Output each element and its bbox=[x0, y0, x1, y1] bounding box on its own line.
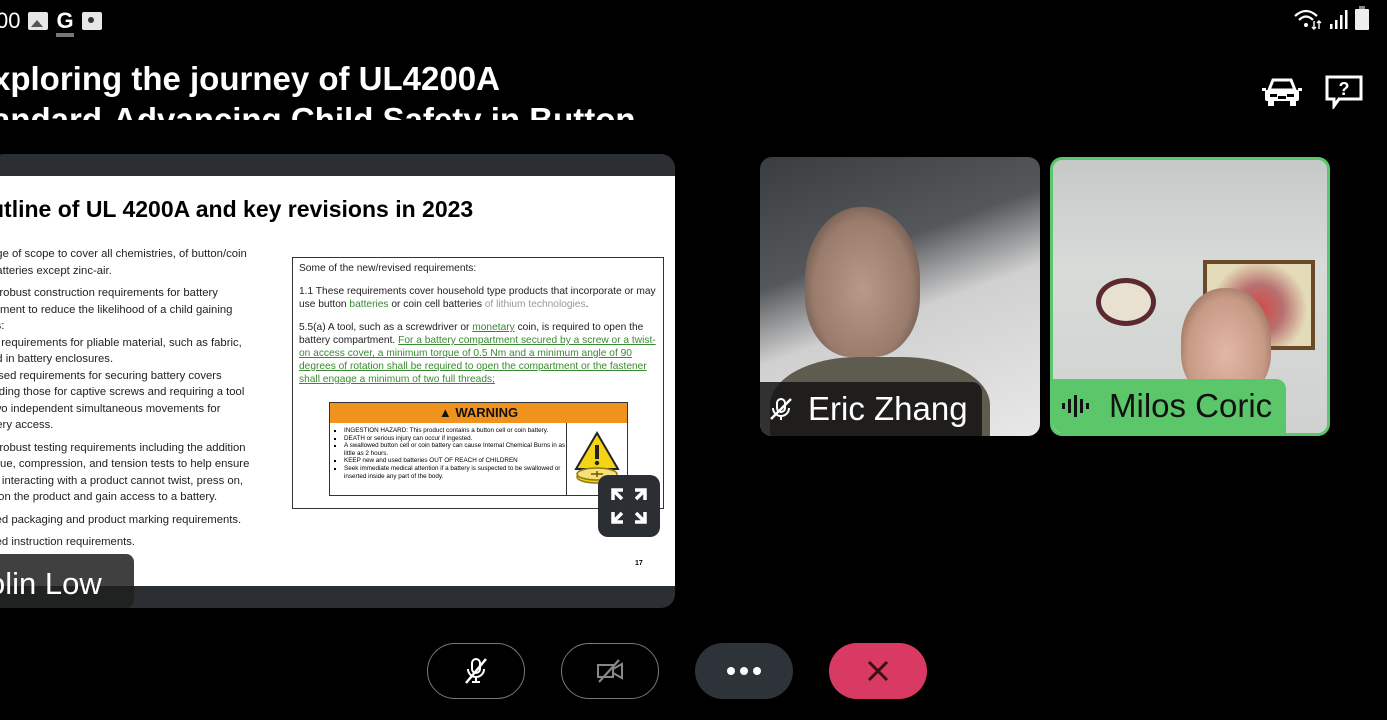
google-icon: G bbox=[56, 8, 74, 37]
participant-name: Milos Coric bbox=[1109, 387, 1273, 424]
meeting-title: xploring the journey of UL4200A andard-A… bbox=[0, 58, 652, 120]
signal-icon bbox=[1330, 10, 1348, 29]
bullet-line: rque, compression, and tension tests to … bbox=[0, 458, 250, 470]
bullet-line: two independent simultaneous movements f… bbox=[0, 402, 221, 415]
bullet-line: sed instruction requirements. bbox=[0, 536, 136, 548]
bullet-line: vised requirements for securing battery … bbox=[0, 369, 222, 382]
shared-slide: utline of UL 4200A and key revisions in … bbox=[0, 176, 675, 586]
warning-item: DEATH or serious injury can occur if ing… bbox=[344, 435, 566, 443]
requirement-1-1: 1.1 These requirements cover household t… bbox=[299, 285, 657, 311]
bullet-line: batteries except zinc-air. bbox=[0, 264, 112, 277]
meeting-title-line1: xploring the journey of UL4200A bbox=[0, 60, 500, 97]
participant-video bbox=[805, 207, 920, 357]
bullet-line: sed packaging and product marking requir… bbox=[0, 513, 242, 526]
bullet-line: w requirements for pliable material, suc… bbox=[0, 336, 242, 349]
warning-item: Seek immediate medical attention if a ba… bbox=[344, 465, 566, 480]
slide-heading: utline of UL 4200A and key revisions in … bbox=[0, 196, 474, 222]
mic-off-icon bbox=[465, 658, 487, 684]
screen-share-panel: utline of UL 4200A and key revisions in … bbox=[0, 154, 675, 608]
bullet-line: nge of scope to cover all chemistries, o… bbox=[0, 248, 247, 260]
presenter-name-tag: olin Low bbox=[0, 554, 134, 608]
requirement-5-5a: 5.5(a) A tool, such as a screwdriver or … bbox=[299, 321, 657, 386]
wall-plate bbox=[1096, 278, 1156, 326]
req-inserted-text: batteries bbox=[349, 299, 389, 310]
more-dots-icon bbox=[727, 667, 761, 675]
fullscreen-button[interactable] bbox=[598, 475, 660, 537]
bullet-line: ll on the product and gain access to a b… bbox=[0, 491, 218, 503]
participant-tile[interactable]: Eric Zhang bbox=[760, 157, 1040, 436]
expand-icon bbox=[611, 488, 647, 524]
car-mode-button[interactable] bbox=[1261, 74, 1303, 110]
meeting-title-line2: andard-Advancing Child Safety in Button bbox=[0, 101, 636, 120]
help-button[interactable]: ? bbox=[1323, 74, 1365, 110]
warning-list: INGESTION HAZARD: This product contains … bbox=[330, 423, 566, 480]
car-mode-icon bbox=[1262, 78, 1302, 106]
req-text: or coin cell batteries bbox=[388, 299, 485, 310]
warning-label: ▲ WARNING INGESTION HAZARD: This product… bbox=[329, 402, 628, 496]
bullet-line: ed in battery enclosures. bbox=[0, 353, 114, 365]
req-deleted-text: of lithium technologies bbox=[484, 299, 586, 310]
participant-name: Eric Zhang bbox=[808, 390, 968, 427]
camera-toggle-button[interactable] bbox=[561, 643, 659, 699]
req-text: 5.5(a) A tool, such as a screwdriver or bbox=[299, 322, 473, 333]
close-icon bbox=[867, 660, 889, 682]
mic-off-icon bbox=[770, 398, 792, 420]
top-actions: ? bbox=[1261, 74, 1365, 110]
warning-header: ▲ WARNING bbox=[330, 403, 627, 423]
help-icon: ? bbox=[1325, 75, 1363, 109]
audio-wave-icon bbox=[1062, 395, 1089, 417]
participant-name-tag: Eric Zhang bbox=[760, 382, 982, 436]
call-controls bbox=[427, 643, 927, 699]
status-bar-right bbox=[1293, 6, 1369, 30]
participant-name-tag: Milos Coric bbox=[1053, 379, 1287, 433]
bullet-line: ss: bbox=[0, 320, 5, 332]
bullet-line: luding those for captive screws and requ… bbox=[0, 386, 245, 398]
slide-bullets: nge of scope to cover all chemistries, o… bbox=[0, 247, 280, 558]
svg-text:?: ? bbox=[1339, 79, 1350, 99]
warning-title: WARNING bbox=[455, 405, 519, 420]
warning-item: A swallowed button cell or coin battery … bbox=[344, 442, 566, 457]
battery-icon bbox=[1355, 6, 1369, 30]
warning-item: INGESTION HAZARD: This product contains … bbox=[344, 427, 566, 435]
more-options-button[interactable] bbox=[695, 643, 793, 699]
image-icon bbox=[28, 12, 49, 30]
clock: 00 bbox=[0, 8, 21, 33]
participant-tile-active-speaker[interactable]: Milos Coric bbox=[1050, 157, 1330, 436]
presenter-name: olin Low bbox=[0, 566, 102, 601]
status-bar: 00 G bbox=[0, 6, 102, 37]
bullet-line: e robust testing requirements including … bbox=[0, 441, 246, 454]
req-text: . bbox=[585, 299, 589, 310]
mute-toggle-button[interactable] bbox=[427, 643, 525, 699]
camera-app-icon bbox=[81, 12, 102, 30]
bullet-line: e robust construction requirements for b… bbox=[0, 287, 218, 299]
req-inserted-text: monetary bbox=[472, 322, 515, 333]
slide-page-number: 17 bbox=[635, 560, 643, 567]
bullet-line: ld interacting with a product cannot twi… bbox=[0, 474, 244, 487]
bullet-line: rement to reduce the likelihood of a chi… bbox=[0, 303, 233, 316]
bullet-line: ttery access. bbox=[0, 419, 54, 431]
video-off-icon bbox=[597, 659, 623, 683]
warning-item: KEEP new and used batteries OUT OF REACH… bbox=[344, 457, 566, 465]
requirements-intro: Some of the new/revised requirements: bbox=[299, 263, 477, 274]
wifi-icon bbox=[1294, 9, 1322, 30]
leave-call-button[interactable] bbox=[829, 643, 927, 699]
